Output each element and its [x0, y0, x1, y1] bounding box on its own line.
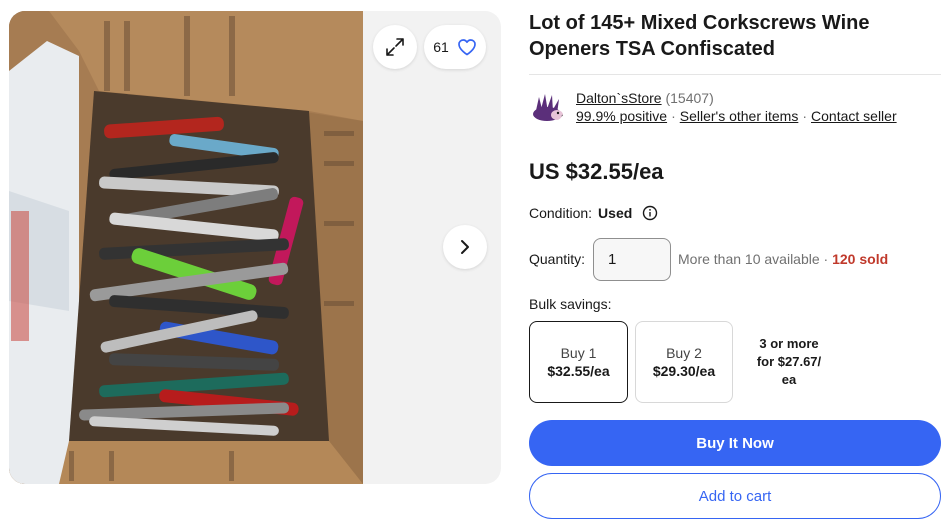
expand-icon [386, 38, 404, 56]
separator-dot: · [671, 108, 676, 124]
item-price: US $32.55/ea [529, 159, 664, 184]
bulk-tier-price: $32.55/ea [547, 363, 610, 379]
sold-count: 120 sold [832, 251, 889, 267]
bulk-tier-buy-2[interactable]: Buy 2 $29.30/ea [635, 321, 733, 403]
availability-count: More than 10 available [678, 251, 820, 267]
quantity-label: Quantity: [529, 251, 586, 267]
availability-text: More than 10 available · 120 sold [678, 251, 888, 267]
condition-value: Used [598, 205, 633, 221]
expand-button[interactable] [373, 25, 417, 69]
watch-button[interactable]: 61 [424, 25, 486, 69]
chevron-right-icon [461, 240, 469, 254]
seller-other-items-link[interactable]: Seller's other items [680, 108, 799, 124]
info-icon[interactable] [642, 205, 658, 221]
bulk-savings-label: Bulk savings: [529, 296, 612, 312]
buy-it-now-button[interactable]: Buy It Now [529, 420, 941, 466]
bulk-tier-qty: Buy 1 [560, 345, 597, 361]
add-to-cart-button[interactable]: Add to cart [529, 473, 941, 519]
seller-avatar-icon [529, 91, 565, 123]
contact-seller-link[interactable]: Contact seller [811, 108, 897, 124]
bulk-tier-qty: Buy 2 [666, 345, 702, 361]
availability-separator: · [823, 251, 829, 267]
separator-dot: · [802, 108, 808, 124]
seller-info: Dalton`sStore (15407) 99.9% positive · Sel… [529, 90, 941, 124]
bulk-tier-price: for $27.67/ [756, 354, 822, 369]
heart-icon [457, 39, 476, 56]
seller-feedback-count: (15407) [665, 90, 714, 106]
bulk-tier-buy-1[interactable]: Buy 1 $32.55/ea [529, 321, 628, 403]
seller-links: 99.9% positive · Seller's other items · Cont… [576, 108, 897, 124]
listing-photo[interactable] [9, 11, 363, 484]
condition-row: Condition: Used [529, 205, 658, 221]
quantity-input[interactable] [593, 238, 671, 281]
bulk-tier-price: $29.30/ea [652, 363, 716, 379]
watch-count: 61 [433, 39, 449, 55]
image-gallery: 61 [9, 11, 501, 484]
title-divider [529, 74, 941, 75]
bulk-tier-unit: ea [781, 372, 797, 387]
bulk-tier-qty: 3 or more [759, 336, 819, 351]
seller-name-link[interactable]: Dalton`sStore [576, 90, 662, 106]
bulk-tier-3-or-more[interactable]: 3 or more for $27.67/ ea [747, 321, 831, 403]
item-details-panel: Lot of 145+ Mixed Corkscrews Wine Opener… [529, 0, 941, 523]
listing-title: Lot of 145+ Mixed Corkscrews Wine Opener… [529, 12, 870, 60]
seller-positive-link[interactable]: 99.9% positive [576, 108, 667, 124]
next-image-button[interactable] [443, 225, 487, 269]
seller-name-row: Dalton`sStore (15407) [576, 90, 714, 106]
condition-label: Condition: [529, 205, 593, 221]
seller-avatar[interactable] [529, 91, 565, 123]
listing-photo-art [9, 11, 363, 484]
